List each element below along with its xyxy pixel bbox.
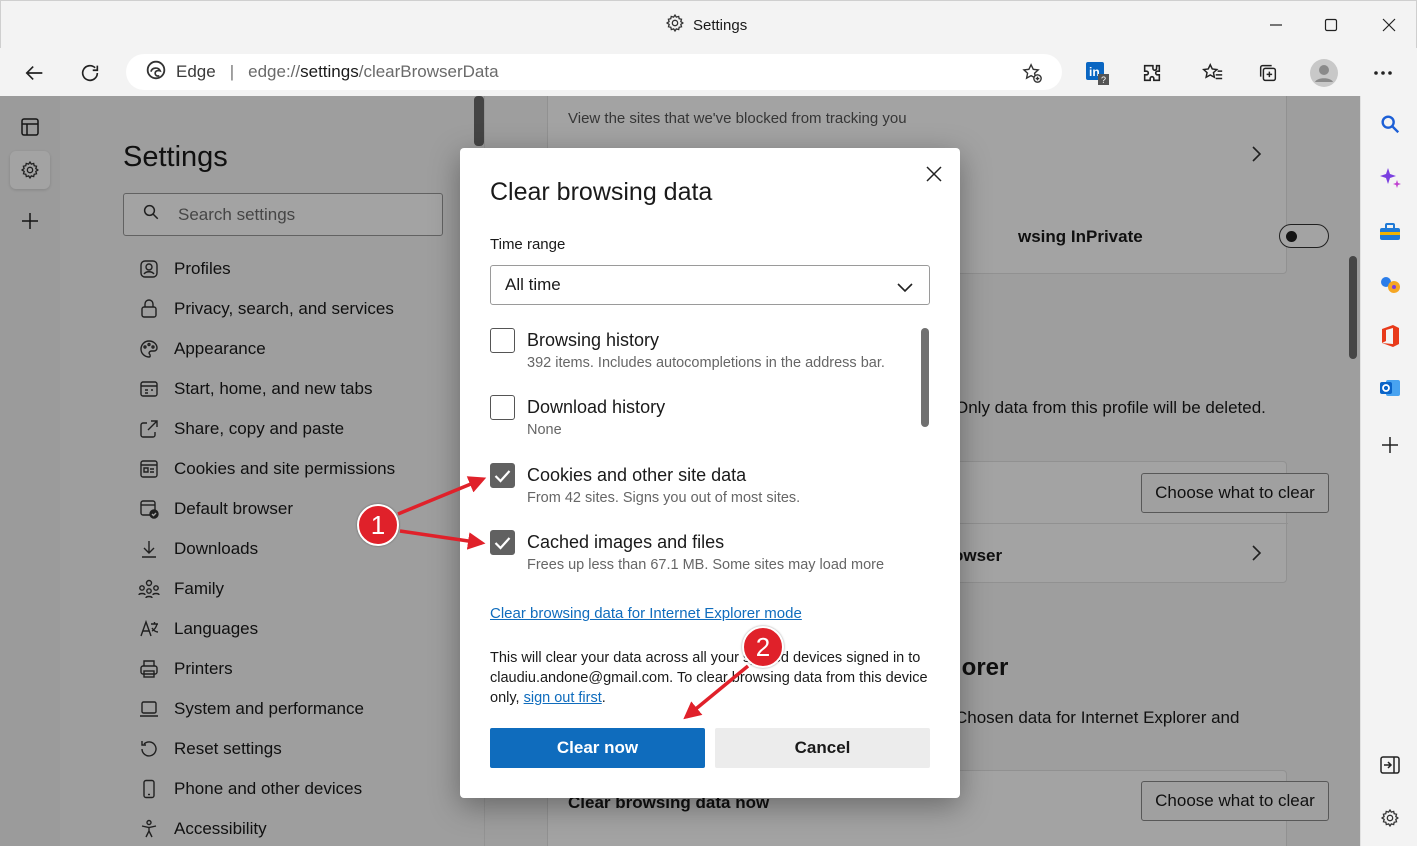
download-history-checkbox[interactable] xyxy=(490,395,515,420)
dialog-title: Clear browsing data xyxy=(490,178,713,206)
options-scrollbar[interactable] xyxy=(921,328,929,427)
option-description: 392 items. Includes autocompletions in t… xyxy=(527,355,885,371)
extensions-icon[interactable] xyxy=(1137,58,1167,88)
gear-icon xyxy=(665,13,685,37)
add-sidebar-app-icon[interactable] xyxy=(1375,430,1405,460)
checkmark-icon xyxy=(494,469,511,483)
browser-toolbar: Edge | edge://settings/clearBrowserData … xyxy=(0,48,1417,96)
search-sidebar-icon[interactable] xyxy=(1375,109,1405,139)
sidebar-settings-icon[interactable] xyxy=(1375,803,1405,833)
hide-sidebar-icon[interactable] xyxy=(1375,750,1405,780)
checkmark-icon xyxy=(494,536,511,550)
option-description: From 42 sites. Signs you out of most sit… xyxy=(527,490,801,506)
cancel-button[interactable]: Cancel xyxy=(715,728,930,768)
option-label: Cookies and other site data xyxy=(527,465,747,485)
url-path: /clearBrowserData xyxy=(358,62,499,81)
option-description: Frees up less than 67.1 MB. Some sites m… xyxy=(527,557,885,573)
site-label: Edge xyxy=(176,62,216,81)
tools-briefcase-icon[interactable] xyxy=(1375,217,1405,247)
back-icon[interactable] xyxy=(20,58,50,88)
info-end: . xyxy=(601,690,606,706)
annotation-badge-2: 2 xyxy=(742,626,784,668)
right-sidebar xyxy=(1360,96,1417,846)
refresh-icon[interactable] xyxy=(75,58,105,88)
address-bar[interactable]: Edge | edge://settings/clearBrowserData xyxy=(126,54,1062,90)
time-range-select[interactable]: All time xyxy=(490,265,930,305)
office-icon[interactable] xyxy=(1375,321,1405,351)
browsing-history-checkbox[interactable] xyxy=(490,328,515,353)
option-label: Download history xyxy=(527,397,666,417)
profile-avatar[interactable] xyxy=(1309,58,1339,88)
more-options-icon[interactable] xyxy=(1368,58,1398,88)
copilot-sparkle-icon[interactable] xyxy=(1375,163,1405,193)
annotation-badge-1: 1 xyxy=(357,504,399,546)
cookies-checkbox[interactable] xyxy=(490,463,515,488)
time-range-value: All time xyxy=(505,275,561,294)
add-favorite-icon[interactable] xyxy=(1021,62,1043,89)
chevron-down-icon xyxy=(897,278,913,298)
ie-mode-clear-link[interactable]: Clear browsing data for Internet Explore… xyxy=(490,605,802,622)
address-separator: | xyxy=(229,62,235,81)
close-icon[interactable] xyxy=(920,160,948,188)
url-prefix: edge:// xyxy=(248,62,301,81)
clear-now-button[interactable]: Clear now xyxy=(490,728,705,768)
edge-logo-icon xyxy=(146,60,166,85)
cached-images-checkbox[interactable] xyxy=(490,530,515,555)
games-icon[interactable] xyxy=(1375,270,1405,300)
time-range-label: Time range xyxy=(490,236,566,253)
favorites-icon[interactable] xyxy=(1198,58,1228,88)
title-bar: Settings xyxy=(0,0,1417,48)
sign-out-link[interactable]: sign out first xyxy=(524,690,602,706)
option-description: None xyxy=(527,422,562,438)
option-label: Browsing history xyxy=(527,330,660,350)
window-title: Settings xyxy=(665,13,747,37)
outlook-icon[interactable] xyxy=(1375,373,1405,403)
url-text: edge://settings/clearBrowserData xyxy=(248,62,498,82)
svg-text:?: ? xyxy=(1101,75,1106,85)
minimize-button[interactable] xyxy=(1253,9,1299,41)
close-window-button[interactable] xyxy=(1366,9,1412,41)
window-title-text: Settings xyxy=(693,16,748,34)
url-host: settings xyxy=(300,62,359,81)
option-label: Cached images and files xyxy=(527,532,725,552)
sync-info-text: This will clear your data across all you… xyxy=(490,648,935,708)
clear-browsing-data-dialog: Clear browsing data Time range All time … xyxy=(460,148,960,798)
collections-icon[interactable] xyxy=(1253,58,1283,88)
maximize-button[interactable] xyxy=(1308,9,1354,41)
linkedin-extension-icon[interactable]: in? xyxy=(1082,58,1112,88)
